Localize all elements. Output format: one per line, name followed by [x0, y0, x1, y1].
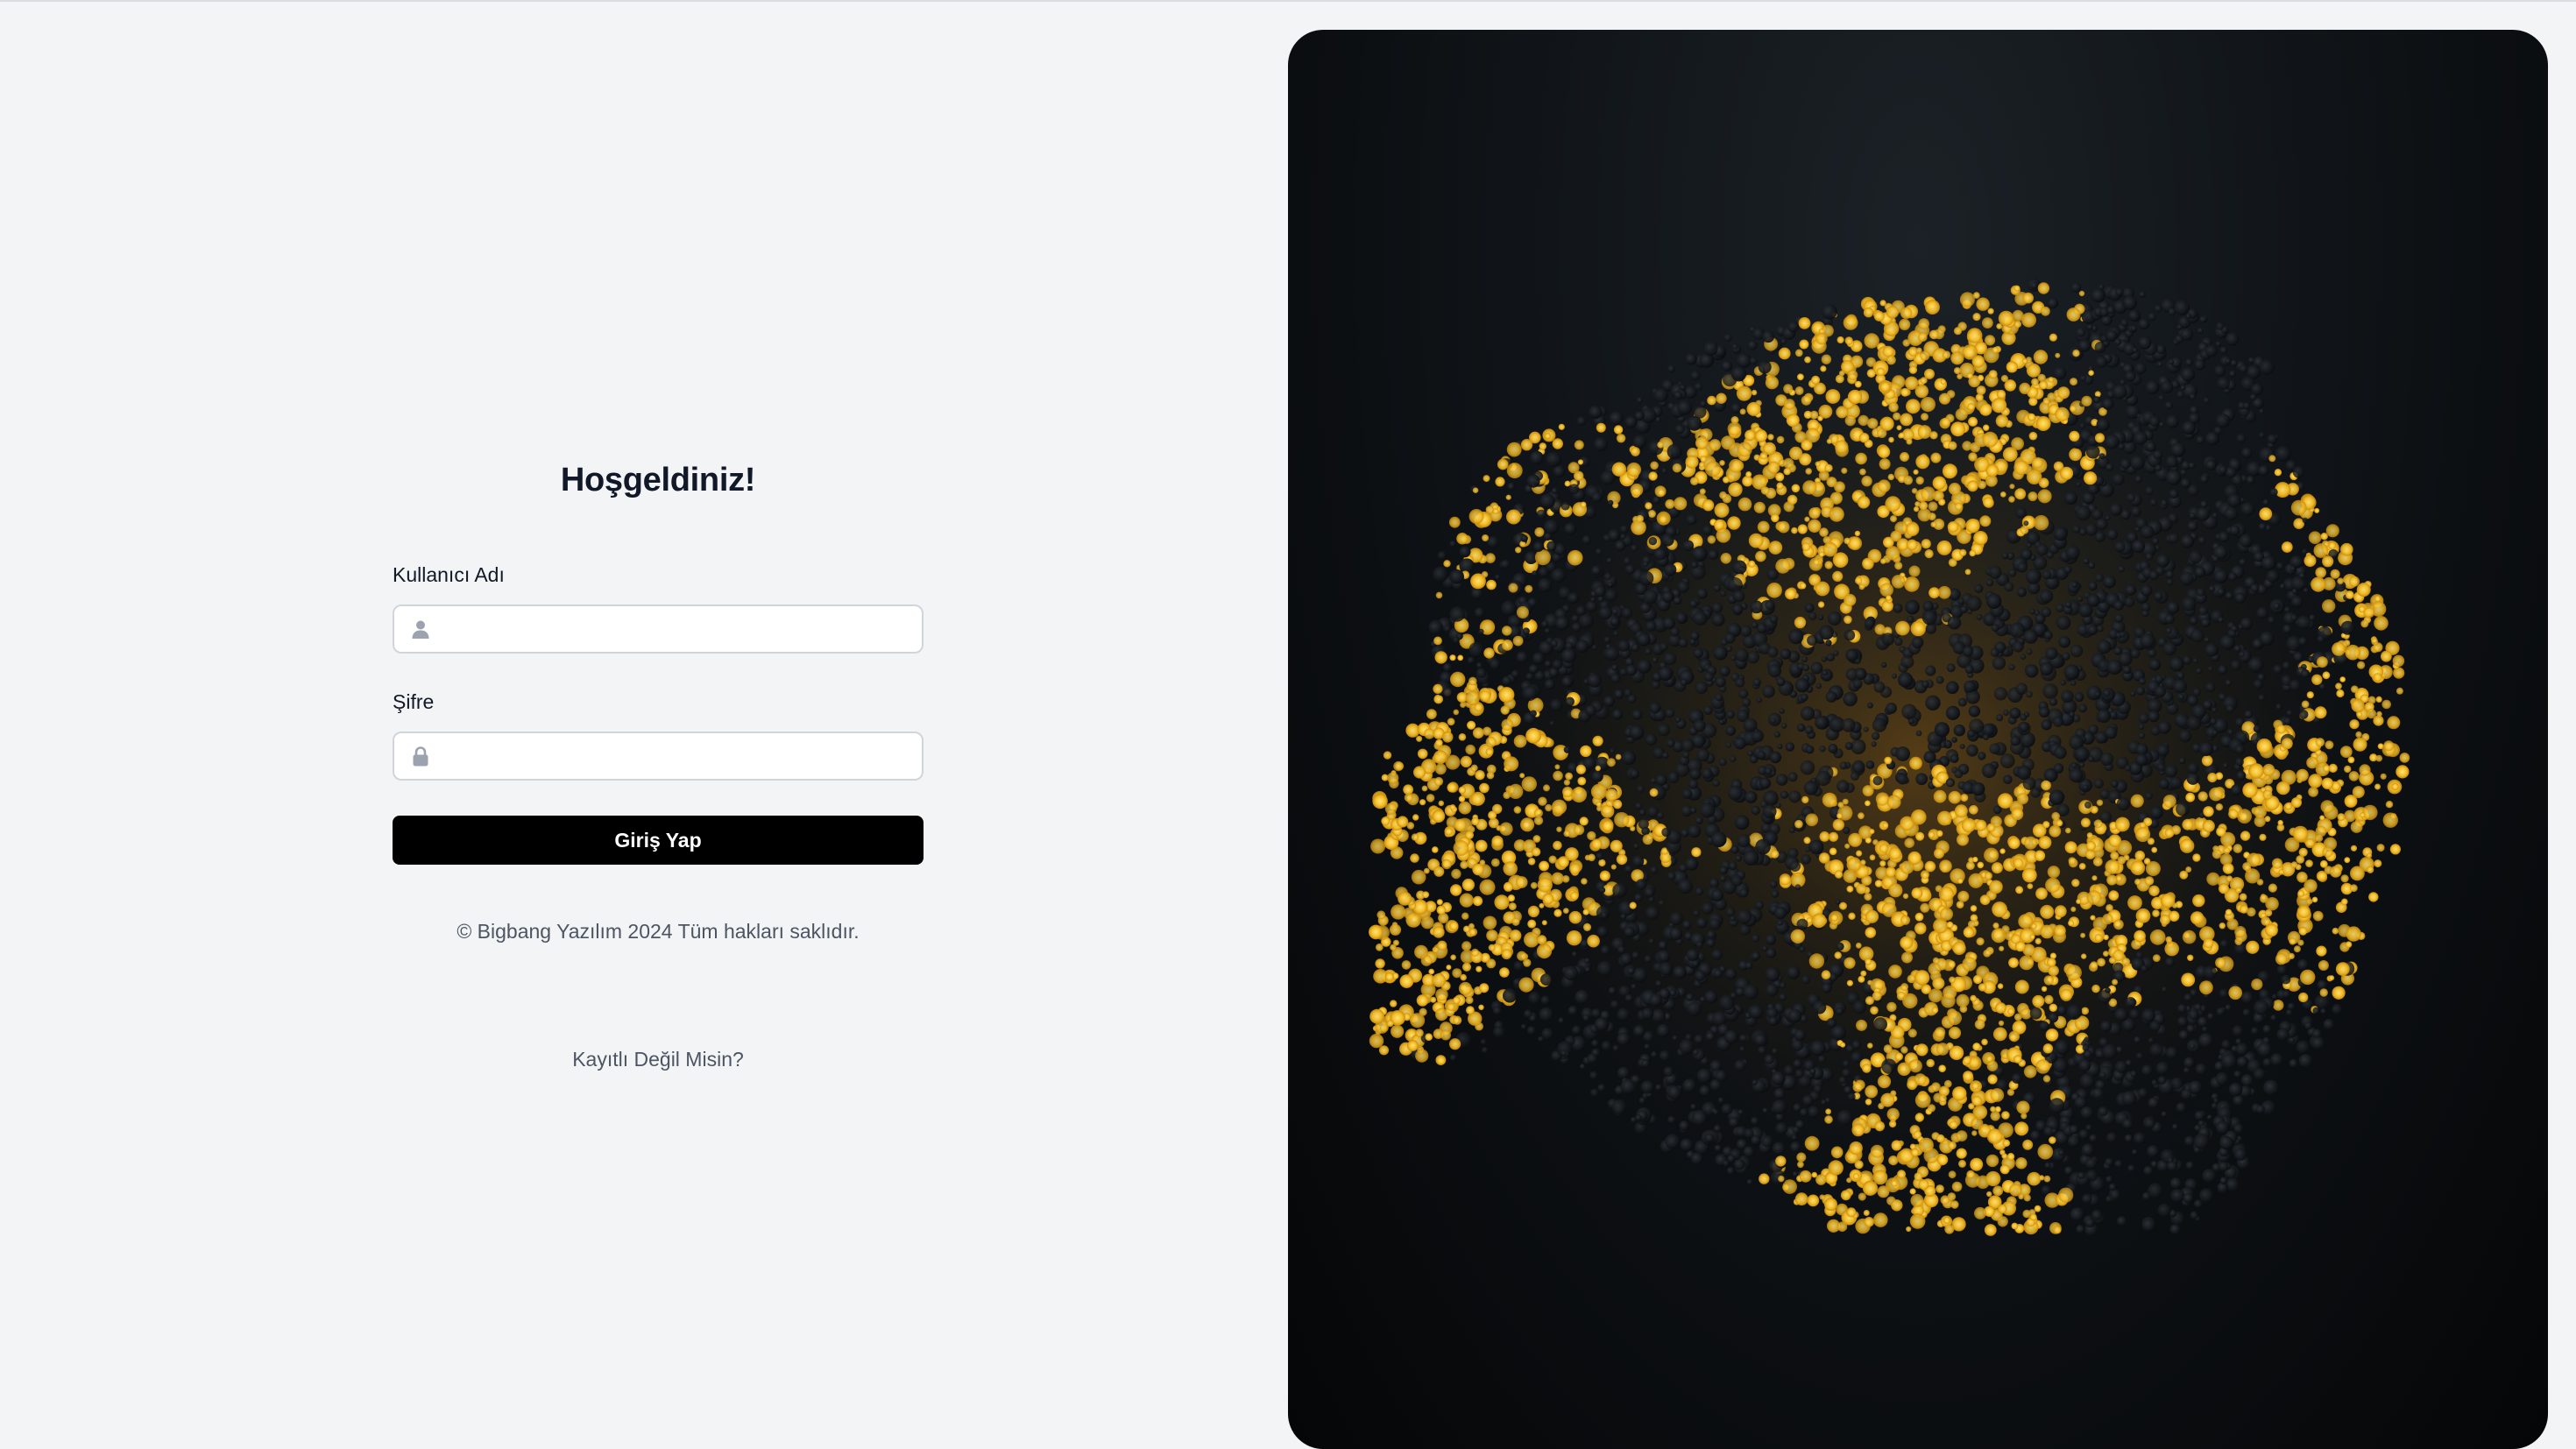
copyright-text: © Bigbang Yazılım 2024 Tüm hakları saklı… [456, 920, 860, 943]
page-title: Hoşgeldiniz! [560, 462, 756, 498]
login-button[interactable]: Giriş Yap [393, 816, 924, 865]
password-field[interactable] [393, 732, 924, 781]
username-field[interactable] [393, 604, 924, 654]
username-label: Kullanıcı Adı [393, 563, 505, 586]
lock-icon [410, 746, 431, 767]
login-form: Hoşgeldiniz! Kullanıcı Adı Şifre Giriş Y… [393, 447, 924, 1071]
password-input[interactable] [445, 733, 913, 781]
username-input[interactable] [445, 606, 913, 654]
user-icon [410, 618, 431, 640]
register-link[interactable]: Kayıtlı Değil Misin? [393, 1048, 924, 1071]
particle-sculpture-image [1369, 279, 2410, 1237]
hero-image [1288, 30, 2548, 1449]
password-label: Şifre [393, 690, 435, 713]
login-pane: Hoşgeldiniz! Kullanıcı Adı Şifre Giriş Y… [0, 0, 1288, 1417]
